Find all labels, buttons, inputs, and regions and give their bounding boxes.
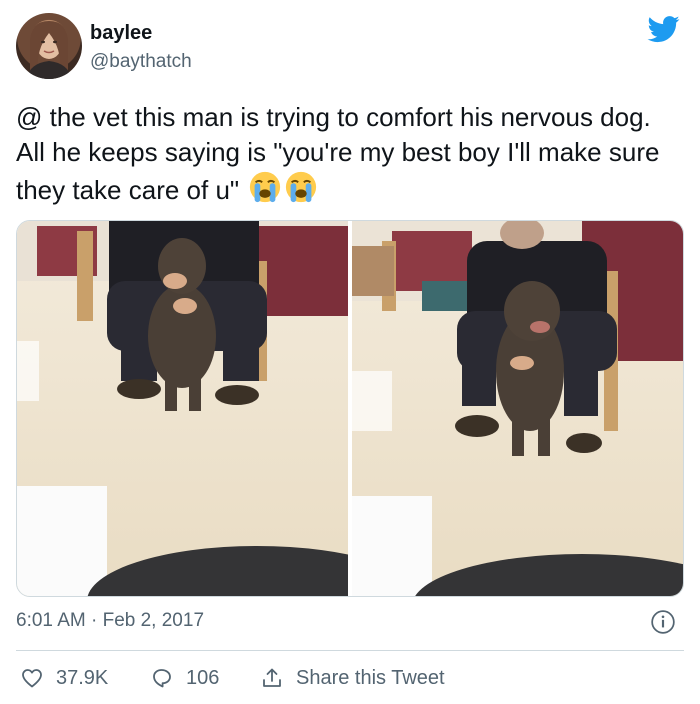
author-name[interactable]: baylee <box>90 22 152 45</box>
tweet-media <box>16 220 684 597</box>
reply-bubble-icon <box>153 669 171 688</box>
info-icon[interactable] <box>650 609 676 635</box>
share-icon <box>263 668 281 687</box>
tweet-body: @ the vet this man is trying to comfort … <box>16 102 660 205</box>
like-button[interactable]: 37.9K <box>20 666 108 690</box>
author-handle[interactable]: @baythatch <box>90 51 192 73</box>
twitter-bird-icon[interactable] <box>646 13 682 45</box>
reply-button[interactable]: 106 <box>150 666 219 690</box>
reply-count: 106 <box>186 666 220 689</box>
heart-icon <box>22 669 42 688</box>
avatar[interactable] <box>16 13 82 79</box>
tweet-timestamp[interactable]: 6:01 AM · Feb 2, 2017 <box>16 610 204 632</box>
tweet-photo-1[interactable] <box>17 221 348 596</box>
tweet-text: @ the vet this man is trying to comfort … <box>16 100 684 208</box>
loudly-crying-face-icon <box>250 171 281 203</box>
share-label: Share this Tweet <box>296 666 445 689</box>
like-count: 37.9K <box>56 666 109 689</box>
tweet-photo-2[interactable] <box>352 221 683 596</box>
loudly-crying-face-icon <box>286 171 317 203</box>
share-button[interactable]: Share this Tweet <box>260 666 445 690</box>
divider <box>16 650 684 651</box>
